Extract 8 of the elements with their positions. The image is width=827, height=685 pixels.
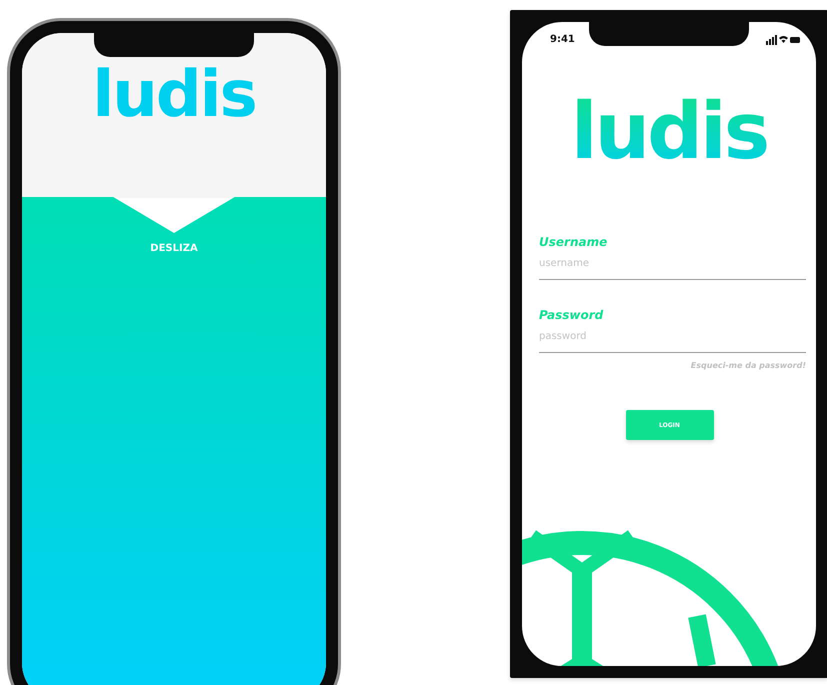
input-field[interactable]: password [539, 322, 806, 353]
status-time: 9:41 [550, 34, 575, 45]
field-label: Password [539, 308, 604, 322]
swipe-label[interactable]: DESLIZA [150, 243, 198, 256]
field-label: Username [539, 235, 608, 249]
forgot-password-link[interactable]: Esqueci-me da password! [690, 361, 806, 370]
app-logo: ludis [92, 63, 256, 127]
input-field[interactable]: username [539, 249, 806, 280]
